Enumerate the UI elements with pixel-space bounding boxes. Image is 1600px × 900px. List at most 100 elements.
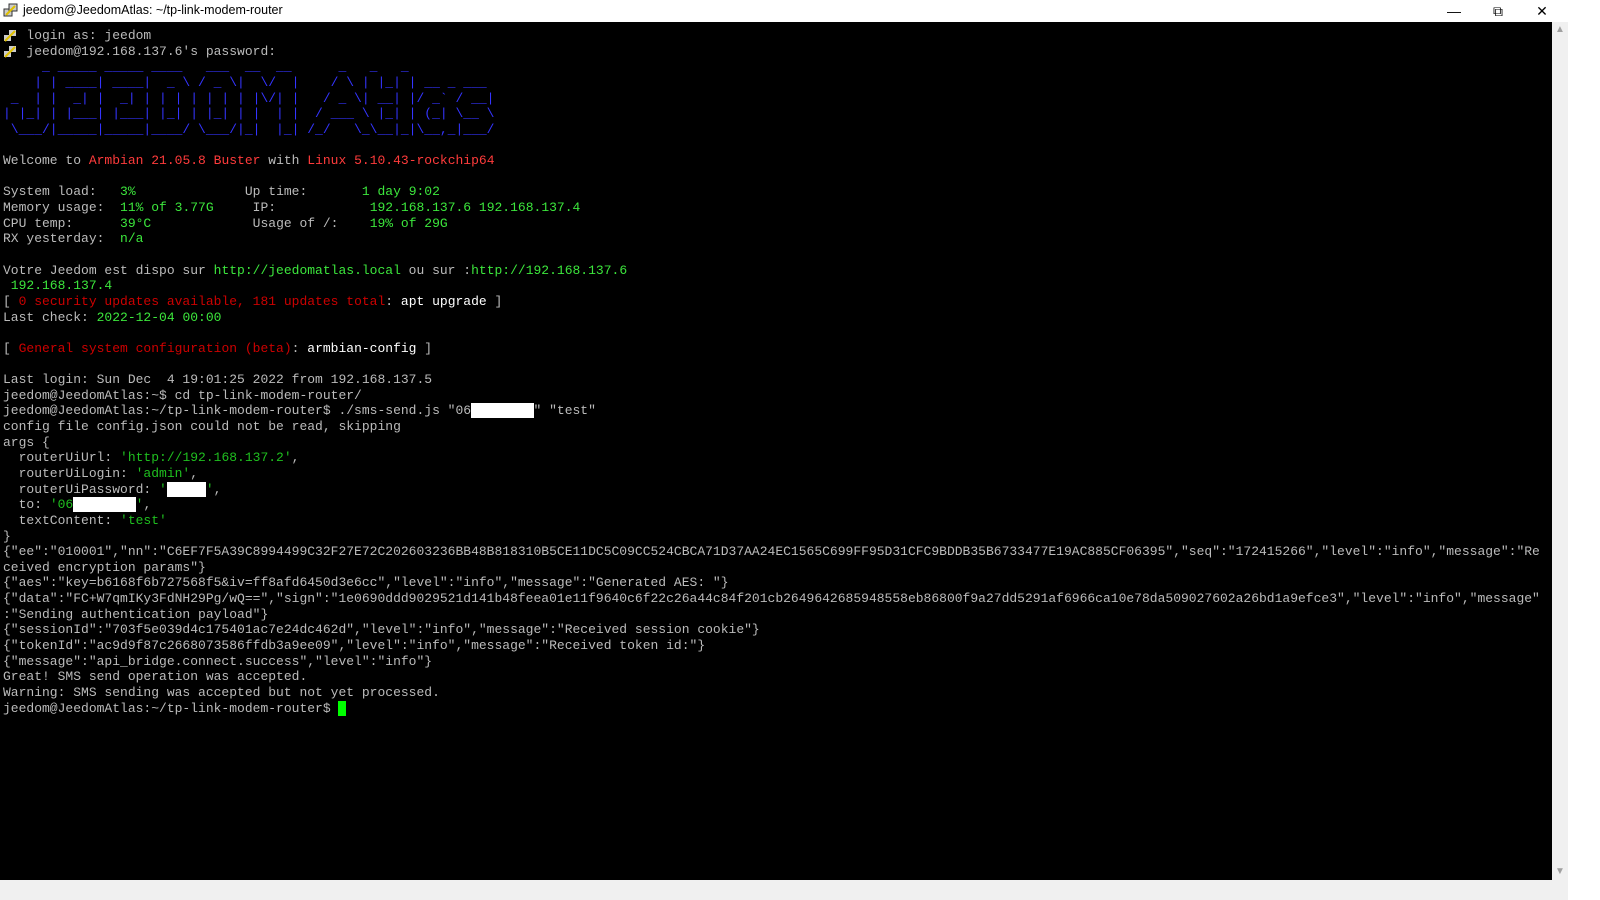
ascii-logo-line: _ | | _| | _| | | | | | | | |\/| | / _ \… <box>3 90 495 106</box>
terminal-text: , <box>190 465 199 481</box>
terminal-line: System load: 3% Up time: 1 day 9:02 <box>3 184 1540 200</box>
terminal-text: IP: <box>213 200 370 216</box>
terminal-text: '06 <box>49 497 74 513</box>
terminal-text: :"Sending authentication payload"} <box>3 606 269 622</box>
terminal-text: armbian-config <box>307 340 417 356</box>
terminal-text: " "test" <box>533 403 596 419</box>
terminal-text: Linux 5.10.43-rockchip64 <box>307 153 495 169</box>
terminal-text: Usage of /: <box>151 215 370 231</box>
terminal-line: Great! SMS send operation was accepted. <box>3 669 1540 685</box>
terminal-text: ' <box>159 481 167 497</box>
terminal-text: } <box>3 528 11 544</box>
terminal-line: _ | | _| | _| | | | | | | | |\/| | / _ \… <box>3 91 1540 107</box>
terminal-text: 0 security updates available, 181 update… <box>18 293 386 309</box>
terminal-text: 'test' <box>120 512 167 528</box>
window-title: jeedom@JeedomAtlas: ~/tp-link-modem-rout… <box>23 3 283 17</box>
restore-button[interactable]: ⧉ <box>1476 0 1520 22</box>
terminal-line: _ _____ _____ ____ ___ __ __ _ _ _ <box>3 59 1540 75</box>
terminal-line: Votre Jeedom est dispo sur http://jeedom… <box>3 263 1540 279</box>
terminal-text: routerUiPassword: <box>3 481 160 497</box>
scroll-up-icon[interactable]: ▲ <box>1552 22 1568 38</box>
terminal-text: General system configuration (beta) <box>18 340 292 356</box>
terminal-text: , <box>213 481 222 497</box>
terminal-line: {"sessionId":"703f5e039d4c175401ac7e24dc… <box>3 622 1540 638</box>
terminal-line: [ 0 security updates available, 181 upda… <box>3 294 1540 310</box>
terminal-line: {"data":"FC+W7qmIKy3FdNH29Pg/wQ==","sign… <box>3 591 1540 607</box>
terminal-text: ou sur : <box>400 262 472 278</box>
terminal-line: ceived encryption params"} <box>3 560 1540 576</box>
terminal-text: Memory usage: <box>3 200 121 216</box>
terminal-text: apt upgrade <box>400 293 487 309</box>
terminal-text: Armbian 21.05.8 Buster <box>88 153 261 169</box>
terminal-line: Welcome to Armbian 21.05.8 Buster with L… <box>3 153 1540 169</box>
terminal-text: http://192.168.137.6 <box>471 262 628 278</box>
terminal-text: ceived encryption params"} <box>3 559 206 575</box>
minimize-icon: — <box>1447 3 1461 19</box>
terminal-text: routerUiUrl: <box>3 450 121 466</box>
redacted-value <box>166 481 206 497</box>
terminal-line: login as: jeedom <box>3 28 1540 44</box>
terminal-text: 192.168.137.4 <box>3 278 113 294</box>
terminal-line: | |_| | |___| |___| |_| | |_| | | | | / … <box>3 106 1540 122</box>
restore-icon: ⧉ <box>1493 2 1503 19</box>
terminal-line: 192.168.137.4 <box>3 278 1540 294</box>
terminal-line: jeedom@JeedomAtlas:~/tp-link-modem-route… <box>3 700 1540 717</box>
terminal-line: \___/|_____|_____|____/ \___/|_| |_| /_/… <box>3 122 1540 138</box>
terminal-text: config file config.json could not be rea… <box>3 419 401 435</box>
close-icon: ✕ <box>1536 2 1548 19</box>
terminal-text: Votre Jeedom est dispo sur <box>3 262 214 278</box>
redacted-value <box>471 403 534 419</box>
terminal-text: Great! SMS send operation was accepted. <box>3 669 308 685</box>
terminal-line: Last check: 2022-12-04 00:00 <box>3 310 1540 326</box>
terminal-text: 11% of 3.77G <box>120 200 214 216</box>
terminal-line: jeedom@JeedomAtlas:~/tp-link-modem-route… <box>3 403 1540 419</box>
terminal-text: 'http://192.168.137.2' <box>120 450 292 466</box>
terminal-text: ' <box>205 481 214 497</box>
terminal-text: n/a <box>120 231 144 247</box>
terminal-text: RX yesterday: <box>3 231 121 247</box>
terminal-text: [ <box>3 340 19 356</box>
ascii-logo-line: _ _____ _____ ____ ___ __ __ _ _ _ <box>3 59 495 75</box>
title-bar[interactable]: jeedom@JeedomAtlas: ~/tp-link-modem-rout… <box>0 0 1568 22</box>
terminal-text: 19% of 29G <box>369 215 448 231</box>
ascii-logo-line: | | ____| ____| _ \ / _ \| \/ | / \ | |_… <box>3 74 495 90</box>
terminal-text: , <box>291 450 300 466</box>
terminal-line: {"aes":"key=b6168f6b727568f5&iv=ff8afd64… <box>3 575 1540 591</box>
terminal-text: jeedom@JeedomAtlas:~/tp-link-modem-route… <box>3 403 472 419</box>
terminal-text: routerUiLogin: <box>3 465 136 481</box>
terminal-area[interactable]: login as: jeedom jeedom@192.168.137.6's … <box>0 22 1552 880</box>
terminal-line: routerUiUrl: 'http://192.168.137.2', <box>3 450 1540 466</box>
scroll-down-icon[interactable]: ▼ <box>1552 864 1568 880</box>
terminal-line: config file config.json could not be rea… <box>3 419 1540 435</box>
putty-app-icon[interactable] <box>3 3 18 18</box>
terminal-line: jeedom@192.168.137.6's password: <box>3 44 1540 60</box>
vertical-scrollbar[interactable]: ▲ ▼ <box>1552 22 1568 880</box>
terminal-text: login as: jeedom <box>3 28 152 43</box>
redacted-value <box>73 497 136 513</box>
ascii-logo-line: \___/|_____|_____|____/ \___/|_| |_| /_/… <box>3 121 495 137</box>
terminal-line: jeedom@JeedomAtlas:~$ cd tp-link-modem-r… <box>3 388 1540 404</box>
terminal-text: {"message":"api_bridge.connect.success",… <box>3 653 433 669</box>
close-button[interactable]: ✕ <box>1520 0 1564 22</box>
minimize-button[interactable]: — <box>1432 0 1476 22</box>
terminal-text: System load: <box>3 184 121 200</box>
terminal-text: http://jeedomatlas.local <box>213 262 401 278</box>
terminal-cursor <box>338 700 347 716</box>
terminal-line: {"ee":"010001","nn":"C6EF7F5A39C8994499C… <box>3 544 1540 560</box>
terminal-text: jeedom@192.168.137.6's password: <box>3 43 277 59</box>
terminal-line: Memory usage: 11% of 3.77G IP: 192.168.1… <box>3 200 1540 216</box>
terminal-text: 192.168.137.6 192.168.137.4 <box>369 200 581 216</box>
terminal-text: with <box>260 153 308 169</box>
terminal-text: : <box>291 340 308 356</box>
terminal-line: | | ____| ____| _ \ / _ \| \/ | / \ | |_… <box>3 75 1540 91</box>
terminal-text: 2022-12-04 00:00 <box>96 309 222 325</box>
terminal-text: jeedom@JeedomAtlas:~$ cd tp-link-modem-r… <box>3 387 362 403</box>
terminal-text: 39°C <box>120 215 152 231</box>
terminal-text: textContent: <box>3 512 121 528</box>
terminal-text: 1 day 9:02 <box>361 184 440 200</box>
terminal-text: 3% <box>120 184 136 200</box>
